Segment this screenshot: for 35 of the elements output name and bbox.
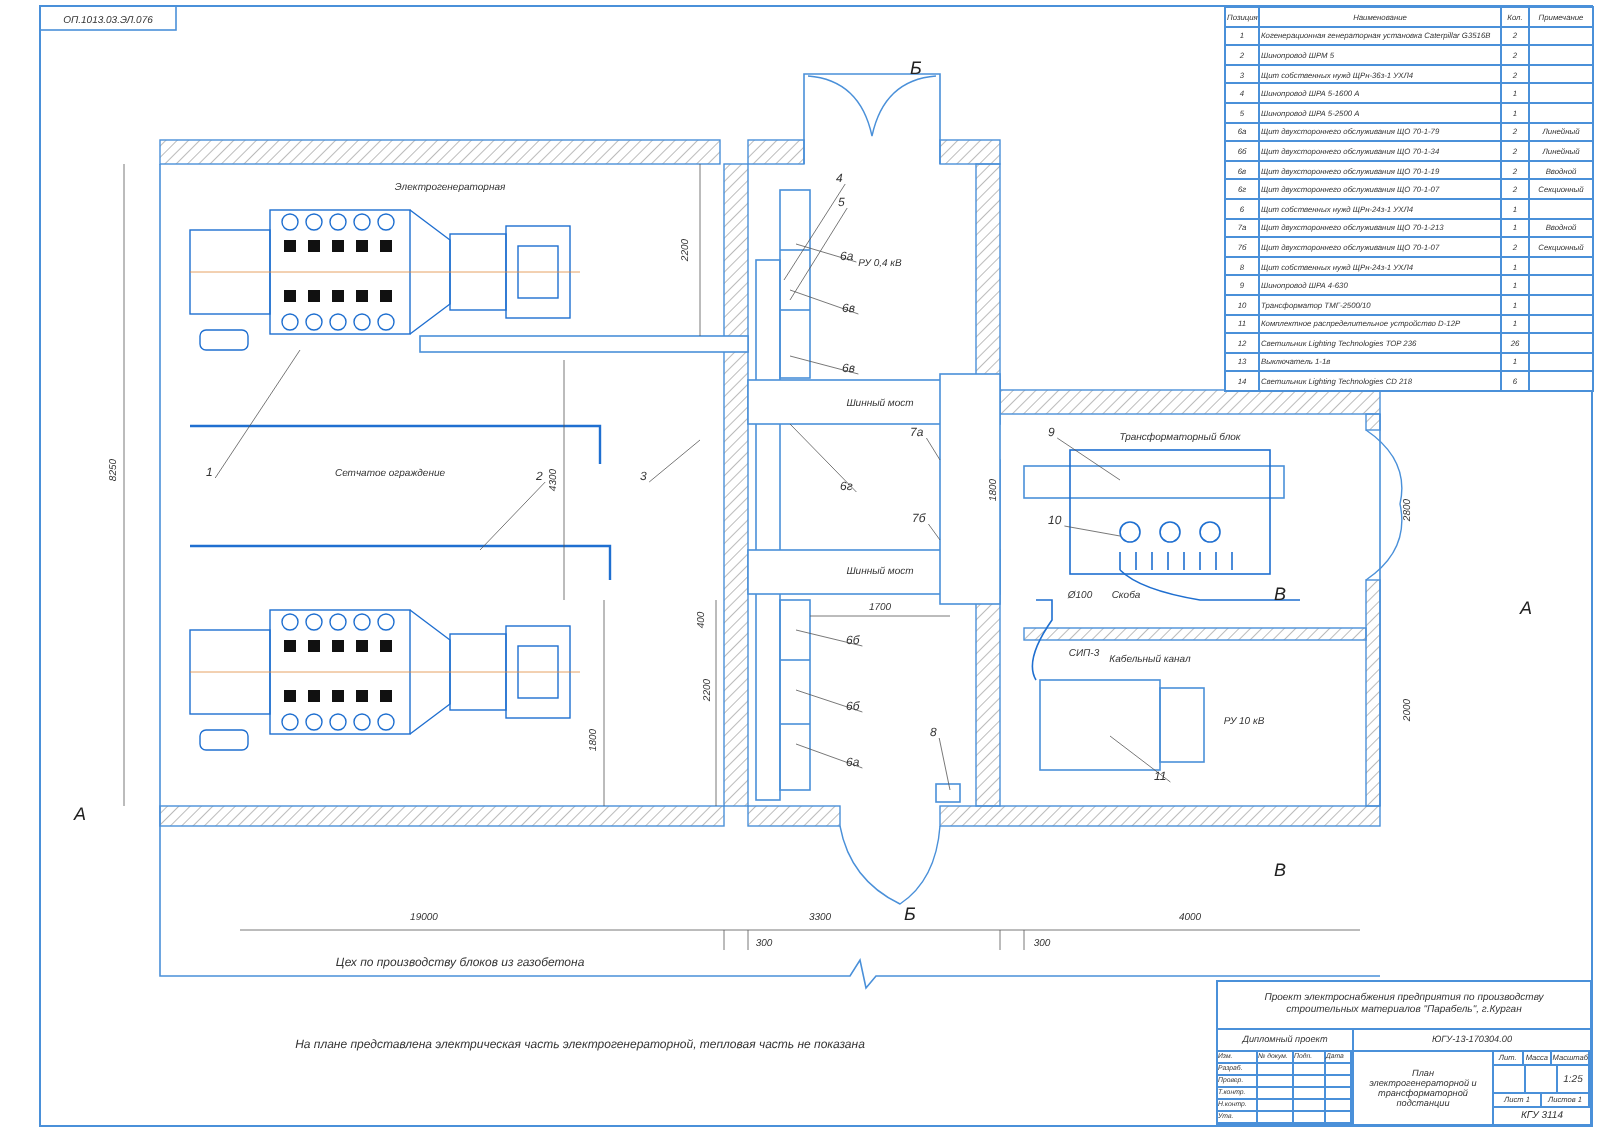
table-cell — [1529, 45, 1593, 65]
callout-leader — [789, 423, 857, 493]
table-cell — [1529, 256, 1593, 276]
callout-leader — [795, 629, 863, 647]
table-cell — [1529, 64, 1593, 84]
section-mark: А — [1520, 598, 1533, 618]
callout-leader — [1109, 735, 1171, 783]
door-swing — [839, 825, 941, 905]
table-cell — [1529, 352, 1593, 372]
callout-leader — [795, 743, 863, 769]
callout-leader — [214, 349, 301, 479]
section-mark: В — [1274, 860, 1287, 880]
table-cell — [1529, 333, 1593, 353]
callout-leader — [938, 737, 951, 791]
table-cell — [1529, 294, 1593, 314]
table-cell — [1529, 198, 1593, 219]
distribution-cabinet — [935, 783, 961, 803]
section-mark: Б — [904, 904, 916, 924]
table-cell — [1529, 83, 1593, 103]
section-mark: А — [74, 804, 87, 824]
callout-leader — [926, 437, 941, 461]
door-swing — [807, 75, 937, 137]
table-cell — [1529, 102, 1593, 123]
callout-leader — [795, 689, 863, 713]
callout-leader — [789, 355, 859, 375]
table-cell — [1529, 275, 1593, 295]
callout-leader — [648, 439, 701, 483]
callout-leader — [479, 481, 546, 551]
callout-leader — [928, 523, 941, 541]
section-mark: Б — [910, 58, 922, 78]
table-cell — [1529, 26, 1593, 46]
callout-leader — [1056, 437, 1121, 481]
section-mark: В — [1274, 584, 1287, 604]
table-cell — [1529, 314, 1593, 334]
callout-leader — [1064, 525, 1121, 537]
